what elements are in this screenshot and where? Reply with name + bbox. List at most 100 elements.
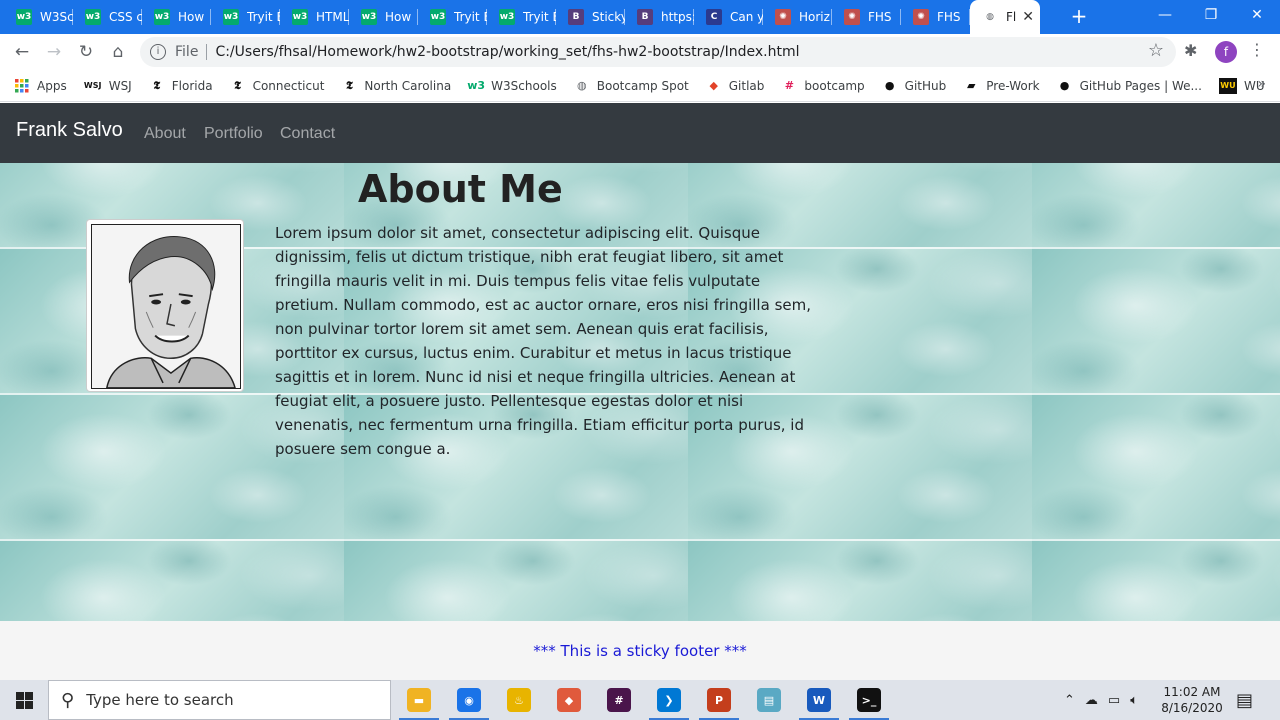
tab-list: w3W3Scw3CSS cw3Howw3Tryit Ew3HTMLw3Howw3… (4, 0, 1040, 34)
taskbar-search-box[interactable]: ⚲ Type here to search (48, 680, 391, 720)
bookmark-item[interactable]: ◆ Gitlab (706, 78, 765, 94)
browser-tab[interactable]: w3 Tryit E (418, 0, 487, 34)
w3schools-icon: w3 (16, 9, 32, 25)
bookmark-label: Pre-Work (986, 78, 1040, 93)
minimize-button[interactable]: — (1142, 0, 1188, 32)
browser-tab[interactable]: B Sticky (556, 0, 625, 34)
system-tray: ⌃ ☁ ▭ 🔈︎ (1064, 680, 1138, 720)
taskbar-app[interactable]: ◉ (445, 680, 493, 720)
genie-lamp-icon: ♨ (507, 688, 531, 712)
footer-text: *** This is a sticky footer *** (533, 642, 747, 660)
address-bar[interactable]: i File C:/Users/fhsal/Homework/hw2-boots… (140, 37, 1176, 67)
apps-grid-icon (14, 78, 30, 94)
browser-tab[interactable]: C Can y (694, 0, 763, 34)
bookmark-item[interactable]: Apps (14, 78, 67, 94)
browser-tab[interactable]: ✺ FHS (901, 0, 970, 34)
browser-tab[interactable]: w3 Tryit E (487, 0, 556, 34)
browser-tab[interactable]: w3 How (142, 0, 211, 34)
home-icon[interactable]: ⌂ (106, 40, 130, 64)
tab-active[interactable]: ◍ Fl ✕ (970, 0, 1040, 34)
url-text[interactable]: C:/Users/fhsal/Homework/hw2-bootstrap/wo… (215, 44, 799, 60)
wu-icon: WU (1218, 77, 1237, 94)
bookmark-item[interactable]: 𝕿 Florida (149, 78, 212, 94)
taskbar-app[interactable]: W (795, 680, 843, 720)
new-tab-button[interactable]: + (1068, 5, 1090, 27)
notifications-icon[interactable]: ▤ (1236, 690, 1253, 711)
taskbar-app[interactable]: ▬ (395, 680, 443, 720)
browser-tab[interactable]: w3 W3Sc (4, 0, 73, 34)
clock-date: 8/16/2020 (1161, 701, 1223, 715)
bookmark-item[interactable]: w3 W3Schools (467, 78, 557, 94)
bookmark-item[interactable]: ● GitHub (882, 78, 947, 94)
taskbar-app[interactable]: >_ (845, 680, 893, 720)
bookmark-item[interactable]: ● GitHub Pages | We... (1057, 78, 1202, 94)
browser-tab[interactable]: ✺ Horiz (763, 0, 832, 34)
taskbar-app[interactable]: ◆ (545, 680, 593, 720)
forward-arrow-icon[interactable]: → (42, 40, 66, 64)
bookmark-item[interactable]: 𝕿 Connecticut (230, 78, 324, 94)
windows-start-button[interactable] (0, 680, 48, 720)
bookmark-label: GitHub (904, 78, 947, 93)
taskbar-app[interactable]: ♨ (495, 680, 543, 720)
taskbar-app[interactable]: ▤ (745, 680, 793, 720)
bookmark-label: WSJ (108, 78, 132, 93)
bookmark-item[interactable]: ▰ Pre-Work (963, 78, 1040, 94)
bookmark-item[interactable]: WSJ WSJ (84, 78, 132, 94)
notepad-icon: ▤ (757, 688, 781, 712)
browser-tab[interactable]: w3 HTML (280, 0, 349, 34)
navbar-brand[interactable]: Frank Salvo (16, 119, 123, 142)
bookmark-item[interactable]: # bootcamp (781, 78, 865, 94)
nyt-icon: 𝕿 (234, 78, 241, 92)
w3schools-icon: w3 (499, 9, 515, 25)
vscode-icon: ❯ (657, 688, 681, 712)
taskbar-app[interactable]: ❯ (645, 680, 693, 720)
browser-tab[interactable]: Bhttps: (625, 0, 694, 34)
bookmarks-overflow-icon[interactable]: » (1257, 76, 1266, 92)
bookmark-list: Apps WSJ WSJ 𝕿 Florida 𝕿 Connecticut 𝕿 North Car… (14, 77, 1280, 94)
browser-toolbar: ← → ↻ ⌂ i File C:/Users/fhsal/Homework/h… (0, 34, 1280, 70)
bookmark-item[interactable]: 𝕿 North Carolina (341, 78, 451, 94)
chrome-menu-icon[interactable]: ⋮ (1249, 40, 1265, 59)
tab-title: Fl (1006, 10, 1017, 24)
star-bookmark-icon[interactable]: ☆ (1148, 40, 1164, 61)
info-icon[interactable]: i (150, 44, 166, 60)
chrome-icon: ◉ (457, 688, 481, 712)
nav-link-about[interactable]: About (144, 125, 186, 143)
bookmark-label: North Carolina (364, 78, 452, 93)
bookmark-label: GitHub Pages | We... (1079, 78, 1202, 93)
background-tile-seam (0, 539, 1280, 541)
nav-link-contact[interactable]: Contact (280, 125, 335, 143)
reload-icon[interactable]: ↻ (74, 40, 98, 64)
extensions-puzzle-icon[interactable]: ✱ (1184, 41, 1197, 60)
tab-title: CSS c (109, 10, 142, 24)
browser-tab[interactable]: w3 CSS c (73, 0, 142, 34)
profile-avatar[interactable]: f (1215, 41, 1237, 63)
browser-tab[interactable]: ✺ FHS (832, 0, 901, 34)
volume-icon[interactable]: 🔈︎ (1130, 693, 1138, 708)
restore-button[interactable]: ❐ (1188, 0, 1234, 32)
taskbar-app[interactable]: P (695, 680, 743, 720)
taskbar-app[interactable]: # (595, 680, 643, 720)
back-arrow-icon[interactable]: ← (10, 40, 34, 64)
chevron-up-icon[interactable]: ⌃ (1064, 693, 1075, 708)
nav-link-portfolio[interactable]: Portfolio (204, 125, 263, 143)
tab-title: Tryit E (454, 10, 487, 24)
battery-icon[interactable]: ▭ (1108, 693, 1120, 708)
sticky-footer: *** This is a sticky footer *** (0, 621, 1280, 680)
globe-icon: ◍ (576, 79, 587, 92)
close-tab-icon[interactable]: ✕ (1022, 9, 1034, 25)
github-icon: ● (1059, 79, 1070, 92)
search-icon: ⚲ (61, 689, 75, 711)
taskbar-clock[interactable]: 11:02 AM 8/16/2020 (1160, 684, 1224, 716)
gear-site-icon: ✺ (913, 9, 929, 25)
bookmark-item[interactable]: ◍ Bootcamp Spot (574, 78, 689, 94)
w3schools-icon: w3 (154, 9, 170, 25)
close-window-button[interactable]: ✕ (1234, 0, 1280, 32)
sketch-portrait-image (91, 224, 241, 389)
browser-tab[interactable]: w3 How (349, 0, 418, 34)
tab-title: Horiz (799, 10, 830, 24)
onedrive-cloud-icon[interactable]: ☁ (1085, 693, 1098, 708)
tab-title: FHS (937, 10, 961, 24)
browser-tab[interactable]: w3 Tryit E (211, 0, 280, 34)
bookmark-label: W3Schools (491, 78, 557, 93)
